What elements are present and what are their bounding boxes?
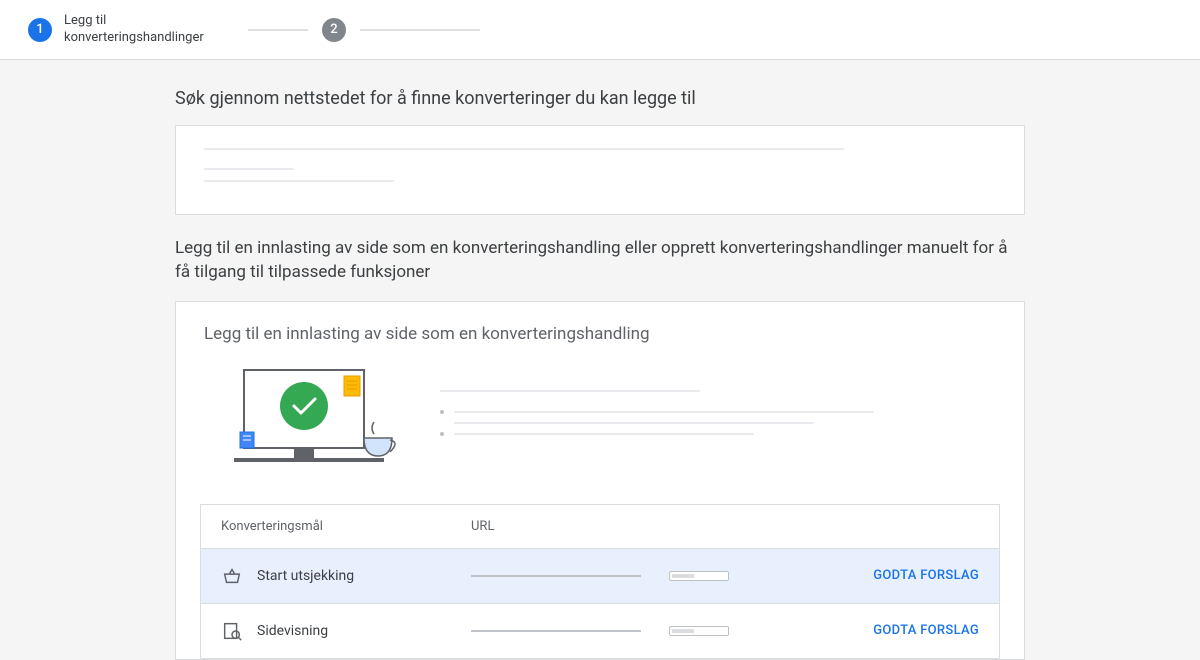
accept-suggestion-button[interactable]: GODTA FORSLAG <box>819 568 979 583</box>
pageview-icon <box>221 620 243 642</box>
main-content: Søk gjennom nettstedet for å finne konve… <box>175 60 1025 660</box>
add-pageload-card-title: Legg til en innlasting av side som en ko… <box>204 324 996 344</box>
step-connector <box>248 29 308 31</box>
step-2-number: 2 <box>322 18 346 42</box>
illustration-text-placeholder <box>440 390 996 448</box>
placeholder-line <box>204 180 394 182</box>
table-row: Start utsjekking GODTA FORSLAG <box>201 549 999 604</box>
goal-label: Sidevisning <box>257 623 328 639</box>
add-pageload-title: Legg til en innlasting av side som en ko… <box>175 237 1025 285</box>
stepper: 1 Legg til konverteringshandlinger 2 <box>0 0 1200 60</box>
conversion-goals-table: Konverteringsmål URL Start utsjekking <box>200 504 1000 659</box>
search-site-title: Søk gjennom nettstedet for å finne konve… <box>175 88 1025 109</box>
accept-suggestion-button[interactable]: GODTA FORSLAG <box>819 623 979 638</box>
table-header-url: URL <box>471 519 669 534</box>
url-cell <box>471 630 669 632</box>
monitor-illustration <box>204 362 404 476</box>
step-1[interactable]: 1 Legg til konverteringshandlinger <box>28 13 234 47</box>
chip-placeholder <box>669 626 729 636</box>
basket-icon <box>221 565 243 587</box>
step-2-label-placeholder <box>360 29 480 31</box>
goal-label: Start utsjekking <box>257 568 354 584</box>
step-1-number: 1 <box>28 18 52 42</box>
placeholder-line <box>204 168 294 170</box>
add-pageload-card: Legg til en innlasting av side som en ko… <box>175 301 1025 660</box>
search-site-card <box>175 125 1025 215</box>
table-header: Konverteringsmål URL <box>201 505 999 549</box>
url-cell <box>471 575 669 577</box>
chip-placeholder <box>669 571 729 581</box>
table-header-goal: Konverteringsmål <box>221 519 471 534</box>
table-row: Sidevisning GODTA FORSLAG <box>201 604 999 658</box>
step-1-label: Legg til konverteringshandlinger <box>64 13 234 47</box>
step-2[interactable]: 2 <box>322 18 346 42</box>
placeholder-line <box>204 148 844 150</box>
